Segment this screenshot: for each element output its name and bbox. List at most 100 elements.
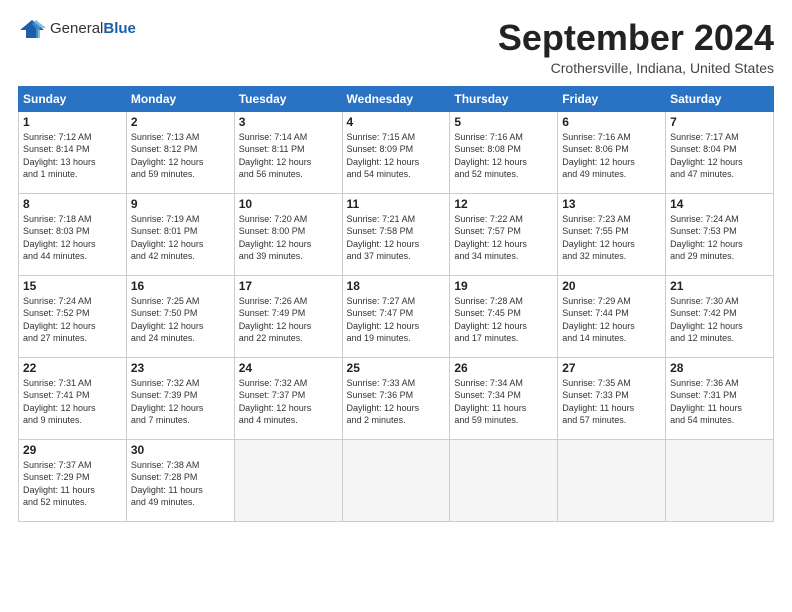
- day-info: Sunrise: 7:28 AM Sunset: 7:45 PM Dayligh…: [454, 295, 553, 345]
- day-number: 4: [347, 115, 446, 129]
- day-number: 17: [239, 279, 338, 293]
- calendar-cell: [450, 439, 558, 521]
- day-info: Sunrise: 7:21 AM Sunset: 7:58 PM Dayligh…: [347, 213, 446, 263]
- day-number: 25: [347, 361, 446, 375]
- week-row-2: 8 Sunrise: 7:18 AM Sunset: 8:03 PM Daylig…: [19, 193, 774, 275]
- calendar-table: SundayMondayTuesdayWednesdayThursdayFrid…: [18, 86, 774, 522]
- day-number: 6: [562, 115, 661, 129]
- calendar-cell: 8 Sunrise: 7:18 AM Sunset: 8:03 PM Daylig…: [19, 193, 127, 275]
- day-number: 23: [131, 361, 230, 375]
- day-number: 22: [23, 361, 122, 375]
- week-row-1: 1 Sunrise: 7:12 AM Sunset: 8:14 PM Daylig…: [19, 111, 774, 193]
- calendar-cell: 29Sunrise: 7:37 AM Sunset: 7:29 PM Dayli…: [19, 439, 127, 521]
- page-container: GeneralBlue September 2024 Crothersville…: [0, 0, 792, 532]
- calendar-cell: 4 Sunrise: 7:15 AM Sunset: 8:09 PM Daylig…: [342, 111, 450, 193]
- logo-general-text: General: [50, 20, 103, 37]
- day-number: 7: [670, 115, 769, 129]
- calendar-cell: 15 Sunrise: 7:24 AM Sunset: 7:52 PM Dayli…: [19, 275, 127, 357]
- weekday-header-monday: Monday: [126, 86, 234, 111]
- weekday-header-friday: Friday: [558, 86, 666, 111]
- day-number: 16: [131, 279, 230, 293]
- day-info: Sunrise: 7:32 AM Sunset: 7:39 PM Dayligh…: [131, 377, 230, 427]
- calendar-cell: 3 Sunrise: 7:14 AM Sunset: 8:11 PM Daylig…: [234, 111, 342, 193]
- calendar-cell: 22 Sunrise: 7:31 AM Sunset: 7:41 PM Dayli…: [19, 357, 127, 439]
- day-info: Sunrise: 7:36 AM Sunset: 7:31 PM Dayligh…: [670, 377, 769, 427]
- day-number: 11: [347, 197, 446, 211]
- calendar-cell: 14 Sunrise: 7:24 AM Sunset: 7:53 PM Dayli…: [666, 193, 774, 275]
- day-number: 18: [347, 279, 446, 293]
- calendar-cell: 17 Sunrise: 7:26 AM Sunset: 7:49 PM Dayli…: [234, 275, 342, 357]
- day-info: Sunrise: 7:33 AM Sunset: 7:36 PM Dayligh…: [347, 377, 446, 427]
- day-info: Sunrise: 7:31 AM Sunset: 7:41 PM Dayligh…: [23, 377, 122, 427]
- day-number: 10: [239, 197, 338, 211]
- calendar-cell: 1 Sunrise: 7:12 AM Sunset: 8:14 PM Daylig…: [19, 111, 127, 193]
- calendar-cell: 25 Sunrise: 7:33 AM Sunset: 7:36 PM Dayli…: [342, 357, 450, 439]
- calendar-cell: 11 Sunrise: 7:21 AM Sunset: 7:58 PM Dayli…: [342, 193, 450, 275]
- day-number: 14: [670, 197, 769, 211]
- location: Crothersville, Indiana, United States: [498, 60, 774, 76]
- day-info: Sunrise: 7:14 AM Sunset: 8:11 PM Dayligh…: [239, 131, 338, 181]
- day-info: Sunrise: 7:24 AM Sunset: 7:52 PM Dayligh…: [23, 295, 122, 345]
- calendar-cell: 2 Sunrise: 7:13 AM Sunset: 8:12 PM Daylig…: [126, 111, 234, 193]
- day-number: 1: [23, 115, 122, 129]
- calendar-cell: 23 Sunrise: 7:32 AM Sunset: 7:39 PM Dayli…: [126, 357, 234, 439]
- day-info: Sunrise: 7:35 AM Sunset: 7:33 PM Dayligh…: [562, 377, 661, 427]
- calendar-cell: 9Sunrise: 7:19 AM Sunset: 8:01 PM Daylig…: [126, 193, 234, 275]
- day-number: 5: [454, 115, 553, 129]
- day-info: Sunrise: 7:16 AM Sunset: 8:06 PM Dayligh…: [562, 131, 661, 181]
- calendar-cell: 21Sunrise: 7:30 AM Sunset: 7:42 PM Dayli…: [666, 275, 774, 357]
- calendar-cell: 28 Sunrise: 7:36 AM Sunset: 7:31 PM Dayli…: [666, 357, 774, 439]
- day-info: Sunrise: 7:32 AM Sunset: 7:37 PM Dayligh…: [239, 377, 338, 427]
- month-title: September 2024: [498, 18, 774, 58]
- day-info: Sunrise: 7:20 AM Sunset: 8:00 PM Dayligh…: [239, 213, 338, 263]
- day-info: Sunrise: 7:13 AM Sunset: 8:12 PM Dayligh…: [131, 131, 230, 181]
- calendar-cell: 16Sunrise: 7:25 AM Sunset: 7:50 PM Dayli…: [126, 275, 234, 357]
- day-number: 28: [670, 361, 769, 375]
- day-number: 15: [23, 279, 122, 293]
- day-number: 26: [454, 361, 553, 375]
- logo-icon: [18, 18, 46, 40]
- calendar-cell: [558, 439, 666, 521]
- title-block: September 2024 Crothersville, Indiana, U…: [498, 18, 774, 76]
- day-number: 27: [562, 361, 661, 375]
- calendar-cell: 13 Sunrise: 7:23 AM Sunset: 7:55 PM Dayli…: [558, 193, 666, 275]
- calendar-cell: 5 Sunrise: 7:16 AM Sunset: 8:08 PM Daylig…: [450, 111, 558, 193]
- day-number: 24: [239, 361, 338, 375]
- calendar-cell: 7Sunrise: 7:17 AM Sunset: 8:04 PM Daylig…: [666, 111, 774, 193]
- day-number: 20: [562, 279, 661, 293]
- logo: GeneralBlue: [18, 18, 136, 40]
- calendar-cell: 12Sunrise: 7:22 AM Sunset: 7:57 PM Dayli…: [450, 193, 558, 275]
- week-row-3: 15 Sunrise: 7:24 AM Sunset: 7:52 PM Dayli…: [19, 275, 774, 357]
- calendar-cell: 20Sunrise: 7:29 AM Sunset: 7:44 PM Dayli…: [558, 275, 666, 357]
- calendar-cell: 10 Sunrise: 7:20 AM Sunset: 8:00 PM Dayli…: [234, 193, 342, 275]
- day-info: Sunrise: 7:12 AM Sunset: 8:14 PM Dayligh…: [23, 131, 122, 181]
- calendar-cell: 26Sunrise: 7:34 AM Sunset: 7:34 PM Dayli…: [450, 357, 558, 439]
- day-info: Sunrise: 7:22 AM Sunset: 7:57 PM Dayligh…: [454, 213, 553, 263]
- weekday-header-sunday: Sunday: [19, 86, 127, 111]
- week-row-5: 29Sunrise: 7:37 AM Sunset: 7:29 PM Dayli…: [19, 439, 774, 521]
- day-info: Sunrise: 7:23 AM Sunset: 7:55 PM Dayligh…: [562, 213, 661, 263]
- day-number: 13: [562, 197, 661, 211]
- day-info: Sunrise: 7:18 AM Sunset: 8:03 PM Dayligh…: [23, 213, 122, 263]
- day-info: Sunrise: 7:24 AM Sunset: 7:53 PM Dayligh…: [670, 213, 769, 263]
- day-info: Sunrise: 7:37 AM Sunset: 7:29 PM Dayligh…: [23, 459, 122, 509]
- day-number: 30: [131, 443, 230, 457]
- day-info: Sunrise: 7:16 AM Sunset: 8:08 PM Dayligh…: [454, 131, 553, 181]
- calendar-cell: [666, 439, 774, 521]
- day-info: Sunrise: 7:38 AM Sunset: 7:28 PM Dayligh…: [131, 459, 230, 509]
- header: GeneralBlue September 2024 Crothersville…: [18, 18, 774, 76]
- calendar-cell: 27 Sunrise: 7:35 AM Sunset: 7:33 PM Dayli…: [558, 357, 666, 439]
- day-number: 8: [23, 197, 122, 211]
- logo-blue-text: Blue: [103, 20, 136, 37]
- calendar-cell: 19Sunrise: 7:28 AM Sunset: 7:45 PM Dayli…: [450, 275, 558, 357]
- weekday-header-saturday: Saturday: [666, 86, 774, 111]
- weekday-header-row: SundayMondayTuesdayWednesdayThursdayFrid…: [19, 86, 774, 111]
- day-info: Sunrise: 7:15 AM Sunset: 8:09 PM Dayligh…: [347, 131, 446, 181]
- calendar-cell: [342, 439, 450, 521]
- calendar-cell: 24 Sunrise: 7:32 AM Sunset: 7:37 PM Dayli…: [234, 357, 342, 439]
- weekday-header-wednesday: Wednesday: [342, 86, 450, 111]
- day-number: 2: [131, 115, 230, 129]
- day-info: Sunrise: 7:30 AM Sunset: 7:42 PM Dayligh…: [670, 295, 769, 345]
- day-info: Sunrise: 7:26 AM Sunset: 7:49 PM Dayligh…: [239, 295, 338, 345]
- day-number: 3: [239, 115, 338, 129]
